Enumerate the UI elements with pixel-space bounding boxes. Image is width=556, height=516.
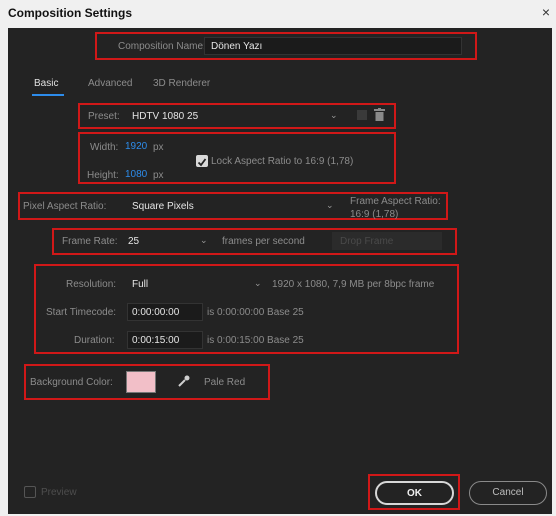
height-unit: px [153, 170, 164, 181]
width-label: Width: [90, 142, 119, 153]
window-title: Composition Settings [8, 6, 132, 20]
height-label: Height: [87, 170, 119, 181]
title-bar: Composition Settings × [0, 0, 556, 26]
start-timecode-value: 0:00:00:00 [132, 307, 180, 318]
background-color-swatch[interactable] [126, 371, 156, 393]
preset-label: Preset: [88, 111, 120, 122]
tab-basic[interactable]: Basic [34, 78, 58, 89]
ok-button[interactable]: OK [375, 481, 454, 505]
preview-checkbox[interactable] [24, 486, 36, 498]
duration-label: Duration: [74, 335, 115, 346]
cancel-button[interactable]: Cancel [469, 481, 547, 505]
pixel-aspect-dropdown[interactable]: Square Pixels ⌄ [126, 197, 340, 215]
width-unit: px [153, 142, 164, 153]
save-preset-icon[interactable] [357, 110, 367, 120]
duration-value: 0:00:15:00 [132, 335, 180, 346]
start-timecode-input[interactable]: 0:00:00:00 [127, 303, 203, 321]
lock-aspect-checkbox[interactable] [196, 155, 208, 167]
dialog-body: Composition Name: Dönen Yazı Basic Advan… [8, 28, 552, 514]
composition-name-value: Dönen Yazı [211, 41, 263, 52]
chevron-down-icon: ⌄ [254, 278, 262, 288]
preset-dropdown[interactable]: HDTV 1080 25 ⌄ [126, 107, 346, 125]
resolution-label: Resolution: [66, 279, 117, 290]
frame-aspect-value: 16:9 (1,78) [350, 209, 399, 220]
trash-icon[interactable] [374, 108, 385, 126]
tab-3d-renderer[interactable]: 3D Renderer [153, 78, 210, 89]
background-color-name: Pale Red [204, 377, 246, 388]
eyedropper-icon[interactable] [177, 374, 191, 393]
drop-frame-dropdown: Drop Frame [332, 232, 442, 250]
close-icon[interactable]: × [542, 4, 550, 20]
duration-info: is 0:00:15:00 Base 25 [207, 335, 304, 346]
resolution-value: Full [132, 279, 149, 290]
tab-basic-underline [32, 94, 64, 96]
preset-value: HDTV 1080 25 [132, 111, 199, 122]
duration-input[interactable]: 0:00:15:00 [127, 331, 203, 349]
pixel-aspect-label: Pixel Aspect Ratio: [23, 201, 107, 212]
resolution-info: 1920 x 1080, 7,9 MB per 8bpc frame [272, 279, 435, 290]
chevron-down-icon: ⌄ [326, 200, 334, 210]
frame-aspect-label: Frame Aspect Ratio: [350, 196, 441, 207]
tab-advanced[interactable]: Advanced [88, 78, 132, 89]
background-color-label: Background Color: [30, 377, 113, 388]
composition-name-label: Composition Name: [118, 41, 206, 52]
resolution-dropdown[interactable]: Full ⌄ [126, 275, 266, 293]
start-timecode-info: is 0:00:00:00 Base 25 [207, 307, 304, 318]
preview-label: Preview [41, 487, 77, 498]
checkbox-icon [197, 158, 207, 167]
frame-rate-label: Frame Rate: [62, 236, 118, 247]
start-timecode-label: Start Timecode: [46, 307, 117, 318]
frame-rate-unit: frames per second [222, 236, 305, 247]
lock-aspect-label: Lock Aspect Ratio to 16:9 (1,78) [211, 156, 354, 167]
drop-frame-label: Drop Frame [340, 236, 394, 247]
width-value[interactable]: 1920 [125, 141, 147, 152]
frame-rate-value: 25 [128, 236, 140, 247]
composition-name-input[interactable]: Dönen Yazı [204, 37, 462, 55]
chevron-down-icon: ⌄ [330, 110, 338, 120]
pixel-aspect-value: Square Pixels [132, 201, 194, 212]
chevron-down-icon: ⌄ [200, 235, 208, 245]
height-value[interactable]: 1080 [125, 169, 147, 180]
frame-rate-dropdown[interactable]: 25 ⌄ [122, 232, 214, 250]
